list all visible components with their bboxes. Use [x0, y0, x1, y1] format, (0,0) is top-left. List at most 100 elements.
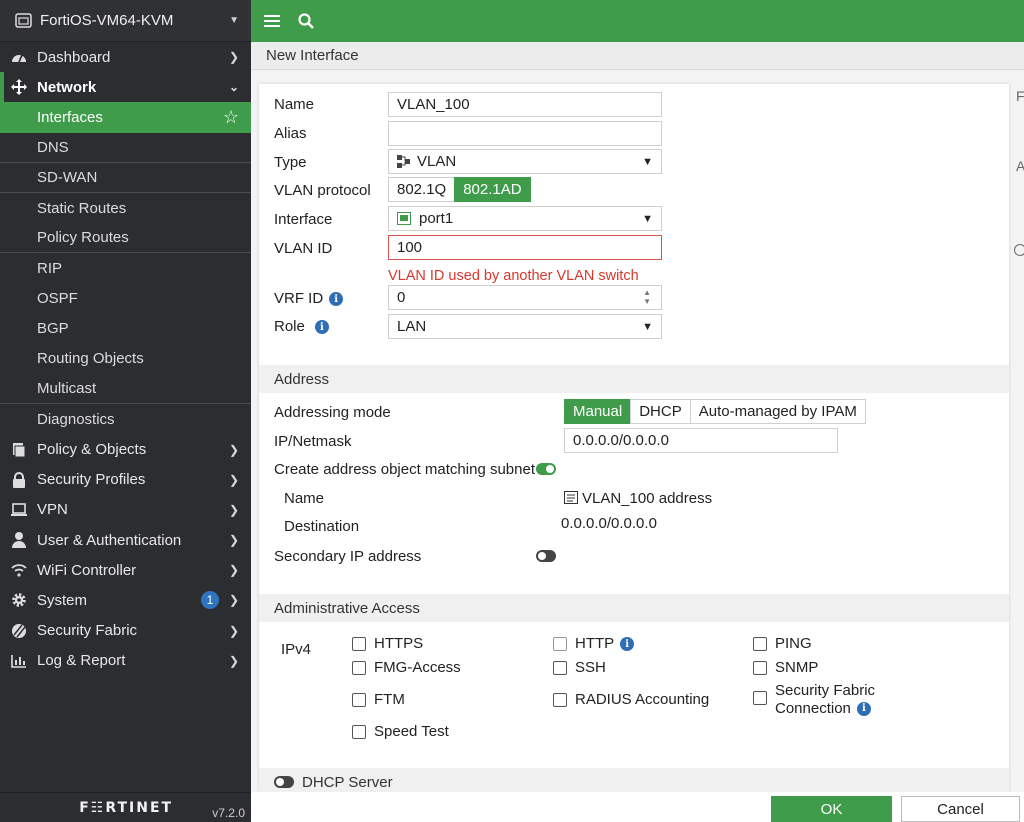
info-icon[interactable]: i	[856, 702, 871, 717]
checkbox-box[interactable]	[753, 691, 767, 705]
checkbox-box[interactable]	[352, 693, 366, 707]
checkbox-box[interactable]	[753, 661, 767, 675]
type-value: VLAN	[417, 153, 457, 170]
fmg-access-checkbox[interactable]: FMG-Access	[352, 659, 461, 676]
info-icon[interactable]: i	[314, 320, 329, 335]
checkbox-box[interactable]	[553, 637, 567, 651]
sidebar-item-static-routes[interactable]: Static Routes	[0, 193, 251, 223]
cancel-button[interactable]: Cancel	[901, 796, 1020, 822]
chevron-right-icon: ❯	[229, 472, 240, 487]
hamburger-menu-icon[interactable]	[263, 12, 281, 30]
dhcp-server-toggle[interactable]	[274, 776, 294, 788]
nav-label: Log & Report	[37, 652, 126, 670]
mode-ipam[interactable]: Auto-managed by IPAM	[689, 399, 866, 424]
checkbox-box[interactable]	[352, 637, 366, 651]
sidebar-item-routing-objects[interactable]: Routing Objects	[0, 344, 251, 374]
mode-dhcp[interactable]: DHCP	[630, 399, 691, 424]
ipv4-label: IPv4	[281, 641, 312, 658]
checkbox-box[interactable]	[352, 661, 366, 675]
sidebar-item-policy-routes[interactable]: Policy Routes	[0, 223, 251, 254]
name-input[interactable]: VLAN_100	[388, 92, 662, 117]
nav-item-network[interactable]: Network ⌄	[0, 72, 251, 103]
sidebar-item-bgp[interactable]: BGP	[0, 314, 251, 344]
vrf-id-input[interactable]: 0 ▲ ▼	[388, 285, 662, 310]
speed-test-checkbox[interactable]: Speed Test	[352, 723, 449, 740]
sidebar-item-rip[interactable]: RIP	[0, 253, 251, 283]
star-icon[interactable]: ☆	[223, 107, 239, 128]
sub-label: Diagnostics	[37, 410, 115, 428]
security-fabric-connection-checkbox[interactable]: Security Fabric Connection i	[753, 682, 875, 718]
page-title: New Interface	[266, 47, 359, 64]
mode-manual[interactable]: Manual	[564, 399, 632, 424]
sidebar-item-diagnostics[interactable]: Diagnostics	[0, 404, 251, 434]
sidebar-item-multicast[interactable]: Multicast	[0, 374, 251, 405]
checkbox-box[interactable]	[553, 693, 567, 707]
radius-accounting-checkbox[interactable]: RADIUS Accounting	[553, 691, 709, 708]
help-circle-icon[interactable]	[1014, 244, 1024, 256]
version-label: v7.2.0	[212, 805, 245, 820]
alias-input[interactable]	[388, 121, 662, 146]
policy-icon	[11, 442, 27, 458]
network-icon	[11, 79, 27, 96]
nav-item-security-profiles[interactable]: Security Profiles ❯	[0, 465, 251, 495]
http-checkbox[interactable]: HTTP i	[553, 635, 635, 652]
ip-netmask-input[interactable]: 0.0.0.0/0.0.0.0	[564, 428, 838, 453]
object-name-row: VLAN_100 address	[564, 490, 712, 507]
interface-select[interactable]: port1 ▼	[388, 206, 662, 231]
sub-label: Policy Routes	[37, 229, 129, 247]
form-panel: Name VLAN_100 Alias Type VLAN ▼ VLAN pro…	[259, 84, 1009, 792]
role-select[interactable]: LAN ▼	[388, 314, 662, 339]
type-select[interactable]: VLAN ▼	[388, 149, 662, 174]
dhcp-server-section-header: DHCP Server	[259, 768, 1009, 792]
dhcp-server-label: DHCP Server	[302, 773, 393, 791]
ftm-checkbox[interactable]: FTM	[352, 691, 405, 708]
side-letter: F	[1016, 88, 1024, 104]
checkbox-box[interactable]	[352, 725, 366, 739]
nav-item-vpn[interactable]: VPN ❯	[0, 495, 251, 525]
https-checkbox[interactable]: HTTPS	[352, 635, 423, 652]
info-icon[interactable]: i	[620, 637, 635, 651]
nav-menu: Dashboard ❯ Network ⌄	[0, 42, 251, 103]
sidebar: FortiOS-VM64-KVM ▼ Dashboard ❯ Network ⌄…	[0, 0, 251, 822]
vlan-protocol-8021q[interactable]: 802.1Q	[388, 177, 456, 202]
address-section-header: Address	[259, 365, 1009, 393]
port-icon	[397, 212, 411, 225]
sidebar-item-interfaces[interactable]: Interfaces ☆	[0, 102, 251, 133]
nav-label: System	[37, 591, 88, 609]
search-icon[interactable]	[297, 12, 315, 30]
vlan-protocol-8021ad[interactable]: 802.1AD	[454, 177, 531, 202]
chevron-right-icon: ❯	[229, 653, 240, 668]
sidebar-item-sdwan[interactable]: SD-WAN	[0, 163, 251, 193]
snmp-checkbox[interactable]: SNMP	[753, 659, 818, 676]
info-icon[interactable]: i	[329, 292, 344, 307]
page-title-bar: New Interface	[251, 42, 1024, 70]
device-selector[interactable]: FortiOS-VM64-KVM ▼	[0, 0, 251, 42]
nav-item-user-auth[interactable]: User & Authentication ❯	[0, 525, 251, 555]
sidebar-item-dns[interactable]: DNS	[0, 133, 251, 163]
sidebar-item-ospf[interactable]: OSPF	[0, 284, 251, 314]
ok-button[interactable]: OK	[771, 796, 892, 822]
nav-item-wifi[interactable]: WiFi Controller ❯	[0, 555, 251, 585]
nav-item-policy-objects[interactable]: Policy & Objects ❯	[0, 434, 251, 464]
fortinet-logo: F☷RTINET	[79, 799, 174, 816]
ping-checkbox[interactable]: PING	[753, 635, 812, 652]
nav-item-security-fabric[interactable]: Security Fabric ❯	[0, 616, 251, 646]
vlan-id-input[interactable]: 100	[388, 235, 662, 260]
nav-label: WiFi Controller	[37, 561, 137, 579]
nav-label: Dashboard	[37, 48, 111, 66]
spinner-icon[interactable]: ▲ ▼	[643, 288, 651, 306]
checkbox-label-line1: Security Fabric	[775, 682, 876, 699]
checkbox-box[interactable]	[753, 637, 767, 651]
secondary-ip-label: Secondary IP address	[274, 548, 422, 565]
ssh-checkbox[interactable]: SSH	[553, 659, 606, 676]
create-address-object-toggle[interactable]	[536, 463, 556, 475]
nav-item-dashboard[interactable]: Dashboard ❯	[0, 42, 251, 72]
nav-item-system[interactable]: System 1 ❯	[0, 585, 251, 615]
name-label: Name	[274, 96, 315, 113]
nav-item-log-report[interactable]: Log & Report ❯	[0, 646, 251, 676]
vrf-id-label: VRF ID	[274, 290, 324, 307]
vlan-id-label: VLAN ID	[274, 240, 333, 257]
checkbox-box[interactable]	[553, 661, 567, 675]
sub-label: Multicast	[37, 380, 97, 398]
secondary-ip-toggle[interactable]	[536, 550, 556, 562]
